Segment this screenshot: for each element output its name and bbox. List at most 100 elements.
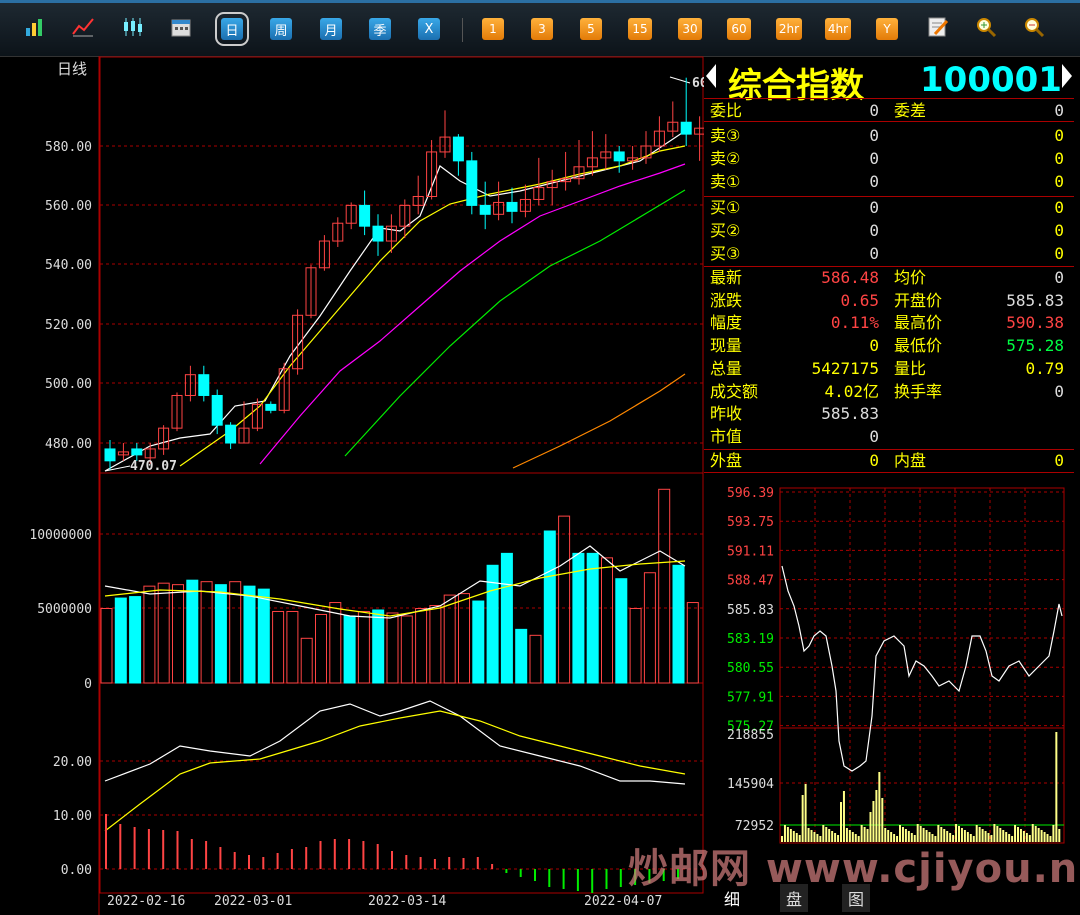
candle-body [359,204,371,227]
period-month-button[interactable]: 月 [320,18,342,40]
candle-body [131,448,143,456]
outer-label: 外盘 [710,451,743,470]
quote-stat-label-2: 开盘价 [894,290,943,310]
intraday-price-polyline [781,565,1063,772]
volume-axis-label: 5000000 [37,602,92,617]
indicator-line-1 [104,700,686,785]
quote-stat-row: 幅度 0.11% 最高价 590.38 [704,312,1074,334]
volume-bar [415,608,428,684]
candle-body [265,403,277,411]
volume-bar [400,615,413,684]
candle-body [680,121,692,135]
volume-bar [300,637,313,684]
minute-60-button[interactable]: 60 [727,18,751,40]
indicator-axis-label: 0.00 [61,863,92,878]
line-chart-icon[interactable] [70,14,96,40]
price-axis-label: 580.00 [45,140,92,155]
volume-bar [315,613,327,684]
price-axis: 580.00 560.00 540.00 520.00 500.00 480.00 1000… [29,140,92,878]
quote-stat-label: 涨跌 [710,290,743,310]
year-button[interactable]: Y [876,18,898,40]
minute-15-button[interactable]: 15 [628,18,652,40]
quote-stat-row: 成交额 4.02亿 换手率 0 [704,381,1074,403]
quote-stat-label: 总量 [710,358,743,378]
order-book-value-2: 0 [1054,172,1064,191]
quote-stat-value-2: 585.83 [1006,290,1064,310]
intraday-price-label: 596.39 [727,486,774,501]
price-panel-frame [99,56,704,474]
next-stock-arrow-icon[interactable] [1062,64,1072,88]
quote-stat-label: 现量 [710,336,743,356]
minute-1-button[interactable]: 1 [482,18,504,40]
quote-stat-label-2: 均价 [894,268,927,287]
order-book-value: 0 [869,126,879,145]
intraday-price-label: 591.11 [727,544,774,559]
hour-4-button[interactable]: 4hr [825,18,851,40]
volume-bar [615,578,628,684]
period-week-button[interactable]: 周 [270,18,292,40]
volume-bar [472,600,485,684]
quote-stat-label: 幅度 [710,313,743,333]
order-book-label: 卖③ [710,126,741,145]
ma20-line [259,163,686,465]
moving-average-lines [104,76,691,472]
zoom-in-icon[interactable] [973,14,999,40]
tab-chart[interactable]: 图 [842,884,870,912]
price-axis-label: 540.00 [45,258,92,273]
volume-bar [186,579,199,684]
intraday-volume-label: 218855 [727,728,774,743]
quote-stat-value: 0.11% [830,313,879,333]
volume-bar [672,564,685,684]
calendar-icon[interactable] [168,14,194,40]
volume-bar [601,557,613,684]
order-book-label: 买③ [710,244,741,263]
intraday-chart[interactable]: 596.39 593.75 591.11 588.47 585.83 583.19 580.… [704,476,1080,856]
tab-detail[interactable]: 细 [718,884,746,912]
period-quarter-button[interactable]: 季 [369,18,391,40]
divider [704,98,1074,99]
volume-bar [100,608,113,684]
edit-icon[interactable] [925,14,951,40]
period-day-button[interactable]: 日 [215,12,249,46]
candle-body [506,201,518,212]
order-book-label-2: 委差 [894,101,927,120]
period-label: 日线 [57,60,87,78]
minute-30-button[interactable]: 30 [678,18,702,40]
candlestick-icon[interactable] [120,14,146,40]
minute-3-button[interactable]: 3 [531,18,553,40]
bar-chart-icon[interactable] [22,14,48,40]
period-custom-button[interactable]: X [418,18,440,40]
order-book-label: 买① [710,198,741,217]
quote-stat-row: 最新 586.48 均价 0 [704,267,1074,289]
tab-orderbook[interactable]: 盘 [780,884,808,912]
volume-bar [543,530,556,684]
order-book-row: 买① 0 0 [704,197,1074,219]
intraday-price-label: 588.47 [727,574,774,589]
order-book-value-2: 0 [1054,221,1064,240]
main-chart-area[interactable]: 日线 580.00 560.00 540.00 520.00 500.00 480.00 1… [0,56,704,915]
hour-2-button[interactable]: 2hr [776,18,802,40]
quote-stat-label-2: 换手率 [894,381,943,401]
zoom-out-icon[interactable] [1021,14,1047,40]
quote-stat-row: 涨跌 0.65 开盘价 585.83 [704,290,1074,312]
volume-bar [172,584,184,684]
volume-bar [515,628,528,684]
order-book-label: 卖② [710,149,741,168]
order-book-value-2: 0 [1054,149,1064,168]
volume-bar [372,609,385,684]
order-book-value: 0 [869,172,879,191]
minute-5-button[interactable]: 5 [580,18,602,40]
volume-bar [257,588,270,684]
candle-body [479,204,491,215]
quote-stat-row: 昨收 585.83 [704,403,1074,425]
volume-bar [143,585,156,684]
quote-stat-value: 585.83 [821,404,879,424]
indicator-lines [104,700,686,832]
order-book-value: 0 [869,221,879,240]
quote-stat-label-2: 最低价 [894,336,943,356]
divider [704,121,1074,122]
previous-stock-arrow-icon[interactable] [706,64,716,88]
volume-bar [558,515,571,684]
price-axis-label: 520.00 [45,318,92,333]
toolbar-accent-line [0,0,1080,3]
